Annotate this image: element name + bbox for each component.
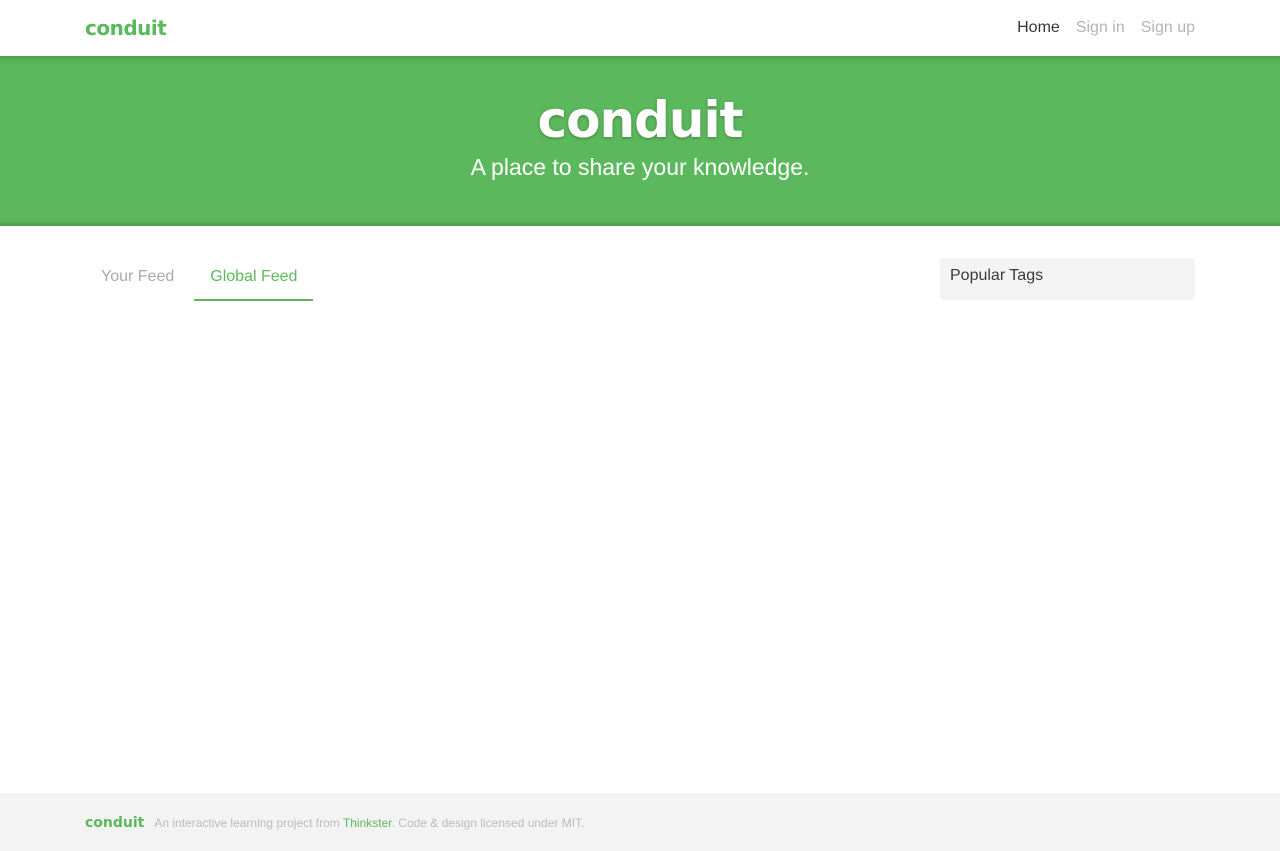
tab-global-feed[interactable]: Global Feed: [194, 258, 314, 301]
navbar: conduit Home Sign in Sign up: [0, 0, 1280, 56]
attribution-text-before: An interactive learning project from: [154, 816, 343, 830]
main-content: Your Feed Global Feed Popular Tags: [0, 226, 1280, 301]
nav-sign-up-link[interactable]: Sign up: [1141, 19, 1195, 37]
footer-attribution: An interactive learning project from Thi…: [154, 816, 584, 830]
footer-brand-logo[interactable]: conduit: [85, 815, 144, 831]
brand-logo[interactable]: conduit: [85, 16, 167, 40]
thinkster-link[interactable]: Thinkster: [343, 816, 392, 830]
banner-subtitle: A place to share your knowledge.: [470, 154, 810, 180]
hero-banner: conduit A place to share your knowledge.: [0, 56, 1280, 226]
tab-your-feed[interactable]: Your Feed: [85, 258, 190, 299]
nav-home-link[interactable]: Home: [1017, 19, 1060, 37]
sidebar-title: Popular Tags: [950, 267, 1044, 284]
navbar-container: conduit Home Sign in Sign up: [85, 0, 1195, 56]
feed-column: Your Feed Global Feed: [85, 258, 910, 301]
nav-links: Home Sign in Sign up: [1001, 0, 1195, 56]
footer: conduit An interactive learning project …: [0, 793, 1280, 851]
feed-toggle: Your Feed Global Feed: [85, 258, 910, 301]
nav-sign-in-link[interactable]: Sign in: [1076, 19, 1125, 37]
footer-container: conduit An interactive learning project …: [85, 793, 1195, 851]
banner-title: conduit: [537, 91, 743, 149]
popular-tags-sidebar: Popular Tags: [940, 258, 1195, 300]
main-container: Your Feed Global Feed Popular Tags: [85, 226, 1195, 301]
attribution-text-after: . Code & design licensed under MIT.: [391, 816, 585, 830]
